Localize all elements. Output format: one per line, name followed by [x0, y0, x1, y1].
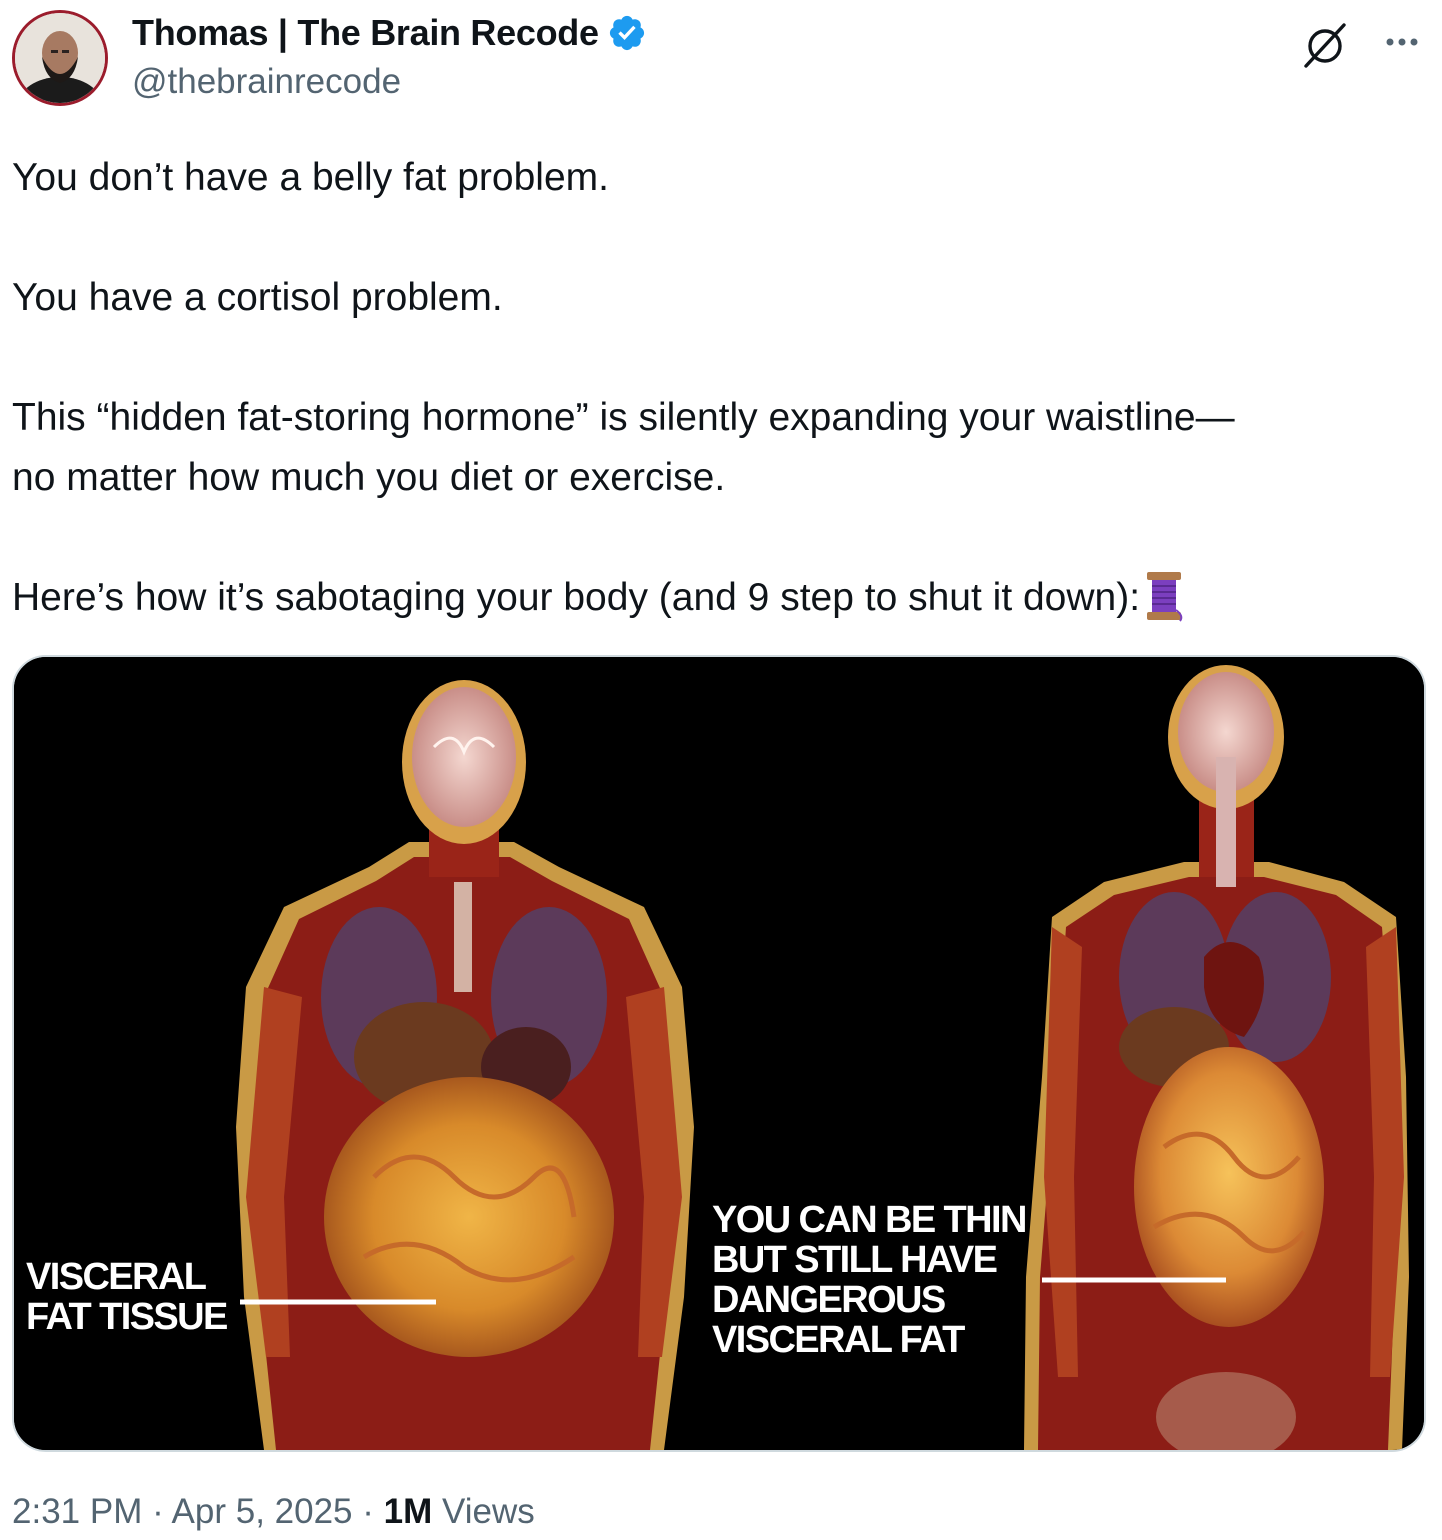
- tweet-paragraph-4-text: Here’s how it’s sabotaging your body (an…: [12, 576, 1141, 619]
- tweet-media-image[interactable]: VISCERAL FAT TISSUE YOU CAN BE THIN BUT …: [12, 655, 1426, 1452]
- meta-separator-2: ·: [362, 1492, 374, 1531]
- timestamp-link[interactable]: 2:31 PM · Apr 5, 2025: [12, 1492, 353, 1531]
- author-handle[interactable]: @thebrainrecode: [132, 62, 401, 102]
- tweet-time[interactable]: 2:31 PM: [12, 1492, 142, 1531]
- author-name-text[interactable]: Thomas | The Brain Recode: [132, 12, 599, 54]
- thin-visceral-fat-label: YOU CAN BE THIN BUT STILL HAVE DANGEROUS…: [712, 1199, 1027, 1361]
- author-display-name[interactable]: Thomas | The Brain Recode: [132, 12, 647, 54]
- views-label: Views: [442, 1492, 535, 1531]
- tweet-paragraph-3-line-2: no matter how much you diet or exercise.: [12, 456, 726, 499]
- meta-separator: ·: [152, 1492, 164, 1531]
- tweet-paragraph-2: You have a cortisol problem.: [12, 276, 503, 319]
- tweet-text: You don’t have a belly fat problem. You …: [12, 148, 1430, 628]
- tweet-date[interactable]: Apr 5, 2025: [172, 1492, 353, 1531]
- more-options-icon[interactable]: [1382, 22, 1422, 62]
- tweet-paragraph-4: Here’s how it’s sabotaging your body (an…: [12, 568, 1430, 628]
- tweet-paragraph-1: You don’t have a belly fat problem.: [12, 156, 609, 199]
- grok-icon[interactable]: [1300, 20, 1350, 70]
- visceral-fat-label: VISCERAL FAT TISSUE: [26, 1256, 228, 1338]
- profile-photo: [15, 13, 105, 103]
- verified-badge-icon: [609, 15, 644, 51]
- tweet-meta: 2:31 PM · Apr 5, 2025 · 1M Views: [12, 1492, 535, 1532]
- tweet-paragraph-3-line-1: This “hidden fat-storing hormone” is sil…: [12, 396, 1235, 439]
- thread-spool-emoji: [1147, 572, 1183, 622]
- avatar[interactable]: [12, 10, 108, 106]
- views-count: 1M: [383, 1492, 433, 1531]
